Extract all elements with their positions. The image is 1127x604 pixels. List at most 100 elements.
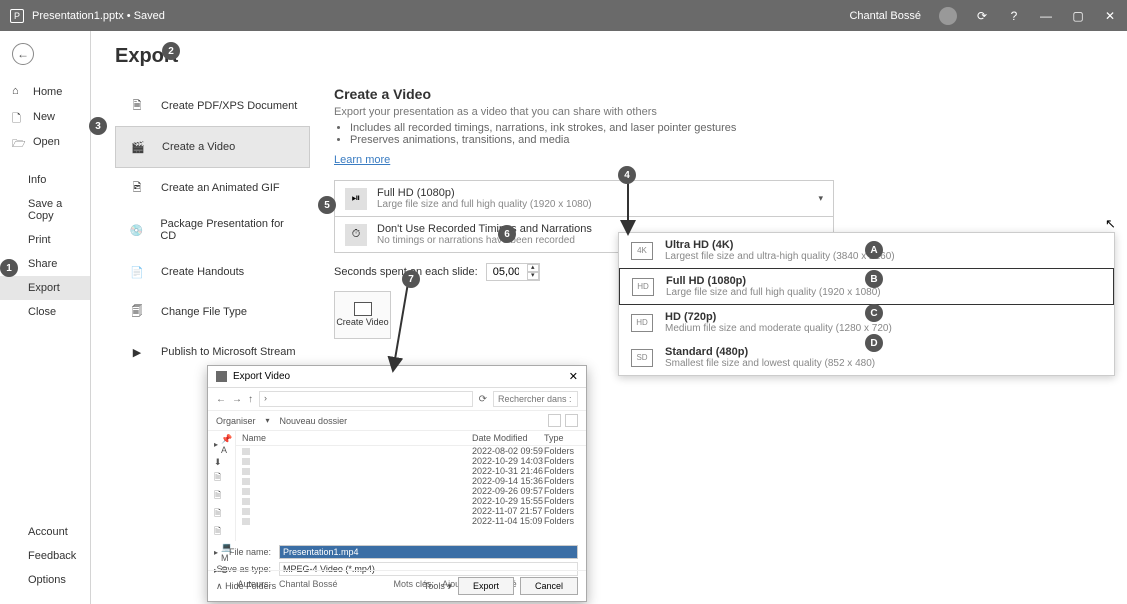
view-icon[interactable] [548,414,561,427]
export-opt-video[interactable]: 🎬 Create a Video [115,126,310,168]
open-icon: 🗁 [12,135,25,148]
nav-export[interactable]: Export [0,276,90,300]
help-icon[interactable]: ? [1007,9,1021,23]
create-video-icon [354,302,372,316]
minimize-icon[interactable]: — [1039,9,1053,23]
refresh-icon[interactable]: ⟳ [479,394,487,405]
marker-4: 4 [618,166,636,184]
nav-info[interactable]: Info [0,168,90,192]
export-opt-package[interactable]: 💿 Package Presentation for CD [115,208,310,252]
hide-folders-button[interactable]: ∧ Hide Folders [216,581,276,592]
nav-fwd-icon[interactable]: → [232,394,242,405]
nav-save-copy[interactable]: Save a Copy [0,192,90,228]
file-row[interactable]: 2022-09-26 09:57Folders [236,486,586,496]
ribbon-sync-icon[interactable]: ⟳ [975,9,989,23]
marker-B: B [865,270,883,288]
filename-label: File name: [216,547,271,557]
section-title: Create a Video [334,86,1103,102]
page-title: Export [115,45,1103,68]
export-opt-pdf[interactable]: 🗎 Create PDF/XPS Document [115,86,310,126]
nav-open[interactable]: 🗁 Open [0,129,90,154]
nav-feedback[interactable]: Feedback [0,544,91,568]
nav-print[interactable]: Print [0,228,90,252]
create-video-button[interactable]: Create Video [334,291,391,339]
titlebar-left: P Presentation1.pptx • Saved [10,9,165,23]
dialog-nav: ← → ↑ › ⟳ [208,388,586,411]
file-row[interactable]: 2022-10-29 15:55Folders [236,496,586,506]
file-row[interactable]: 2022-09-14 15:36Folders [236,476,586,486]
close-icon[interactable]: ✕ [1103,9,1117,23]
filetype-icon: 🗐 [127,302,147,322]
nav-up-icon[interactable]: ↑ [248,394,253,405]
avatar[interactable] [939,7,957,25]
chevron-down-icon: ▾ [818,193,823,204]
document-title: Presentation1.pptx • Saved [32,10,165,22]
new-folder-button[interactable]: Nouveau dossier [280,416,348,426]
spinner-up[interactable]: ▴ [527,264,539,272]
sidebar-item[interactable]: ⬇ [214,456,229,469]
marker-1: 1 [0,259,18,277]
gif-icon: 🖻 [127,178,147,198]
restore-icon[interactable]: ▢ [1071,9,1085,23]
video-icon: 🎬 [128,137,148,157]
fhd-icon: HD [632,278,654,296]
help-icon[interactable] [565,414,578,427]
sidebar-item[interactable]: 🗎 [214,487,229,505]
export-opt-handouts[interactable]: 📄 Create Handouts [115,252,310,292]
search-input[interactable] [493,391,578,407]
filename-input[interactable] [279,545,578,559]
spinner-down[interactable]: ▾ [527,272,539,280]
tools-button[interactable]: Tools ▾ [424,581,452,592]
export-button[interactable]: Export [458,577,514,595]
cancel-button[interactable]: Cancel [520,577,578,595]
file-row[interactable]: 2022-11-04 15:09Folders [236,516,586,526]
bullet-2: Preserves animations, transitions, and m… [350,134,1103,146]
sidebar-item[interactable]: 🗎 [214,505,229,523]
breadcrumb-path[interactable]: › [259,391,473,407]
handouts-icon: 📄 [127,262,147,282]
nav-home[interactable]: ⌂ Home [0,79,90,104]
bullet-1: Includes all recorded timings, narration… [350,122,1103,134]
marker-6: 6 [498,225,516,243]
titlebar-right: Chantal Bossé ⟳ ? — ▢ ✕ [849,7,1117,25]
export-video-dialog: Export Video ✕ ← → ↑ › ⟳ Organiser ▾ Nou… [207,365,587,602]
marker-5: 5 [318,196,336,214]
sd-icon: SD [631,349,653,367]
export-opt-gif[interactable]: 🖻 Create an Animated GIF [115,168,310,208]
new-icon: 🗋 [12,110,25,123]
file-row[interactable]: 2022-10-31 21:46Folders [236,466,586,476]
mouse-cursor-icon: ↖ [1105,216,1116,232]
sidebar-item[interactable]: 🗎 [214,469,229,487]
marker-2: 2 [162,42,180,60]
dialog-toolbar: Organiser ▾ Nouveau dossier [208,411,586,431]
pdf-icon: 🗎 [127,96,147,116]
nav-new[interactable]: 🗋 New [0,104,90,129]
powerpoint-icon: P [10,9,24,23]
col-name[interactable]: Name [238,433,472,443]
dialog-close-icon[interactable]: ✕ [569,370,578,383]
user-name: Chantal Bossé [849,10,921,22]
organize-button[interactable]: Organiser [216,416,256,426]
col-date[interactable]: Date Modified [472,433,544,443]
uhd-icon: 4K [631,242,653,260]
file-row[interactable]: 2022-10-29 14:03Folders [236,456,586,466]
nav-close[interactable]: Close [0,300,90,324]
nav-account[interactable]: Account [0,520,91,544]
cd-icon: 💿 [127,220,146,240]
export-opt-filetype[interactable]: 🗐 Change File Type [115,292,310,332]
hd-icon: HD [631,314,653,332]
nav-back-icon[interactable]: ← [216,394,226,405]
quality-dropdown[interactable]: ⏯ Full HD (1080p) Large file size and fu… [334,180,834,217]
title-bar: P Presentation1.pptx • Saved Chantal Bos… [0,0,1127,31]
col-type[interactable]: Type [544,433,584,443]
marker-C: C [865,304,883,322]
file-row[interactable]: 2022-08-02 09:59Folders [236,446,586,456]
learn-more-link[interactable]: Learn more [334,154,390,166]
nav-options[interactable]: Options [0,568,91,592]
marker-A: A [865,241,883,259]
marker-3: 3 [89,117,107,135]
sidebar-item[interactable]: 🗎 [214,523,229,541]
sidebar-item[interactable]: ▸📌 A [214,433,229,456]
back-button[interactable]: ← [12,43,34,65]
file-row[interactable]: 2022-11-07 21:57Folders [236,506,586,516]
